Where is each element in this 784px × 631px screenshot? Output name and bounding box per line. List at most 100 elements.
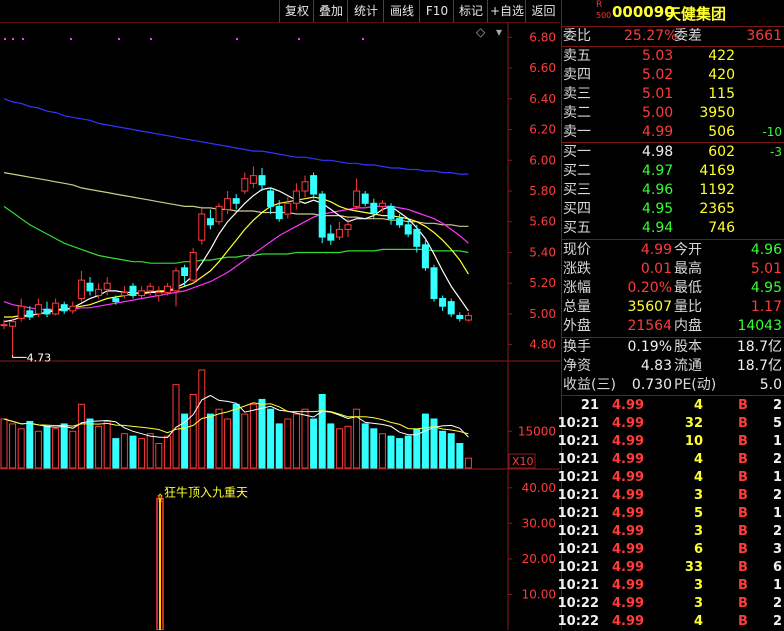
bid-volume: 602: [708, 144, 735, 160]
tick-time: 10:21: [557, 578, 599, 593]
tick-time: 10:21: [557, 452, 599, 467]
price-tick-label: 6.20: [529, 123, 556, 137]
candle-body: [138, 290, 146, 296]
marker-dot: [4, 38, 6, 40]
add-favorite-button[interactable]: +自选: [487, 0, 526, 22]
stat-value: 4.96: [750, 242, 782, 258]
volume-bar: [292, 413, 300, 469]
r500-label: 500: [596, 11, 612, 20]
ask-volume: 506: [708, 124, 735, 140]
ask-level-label: 卖四: [563, 67, 591, 83]
fuquan-button[interactable]: 复权: [279, 0, 314, 22]
volume-bar: [34, 430, 42, 469]
ask-level-label: 卖三: [563, 86, 591, 102]
marker-dot: [22, 38, 24, 40]
tick-count: 2: [772, 524, 782, 539]
candle-body: [146, 285, 154, 292]
candle-body: [378, 202, 386, 207]
ma60-line: [3, 205, 469, 264]
fund-row: 收益(三) 0.730 PE(动) 5.0: [562, 376, 784, 395]
tick-direction: B: [738, 488, 748, 503]
stats-button[interactable]: 统计: [347, 0, 384, 22]
candle-body: [232, 198, 240, 204]
overlay-button[interactable]: 叠加: [313, 0, 348, 22]
tick-volume: 6: [693, 542, 703, 557]
bid-price: 4.94: [642, 220, 674, 236]
fund-value: 5.0: [759, 377, 782, 393]
mark-button[interactable]: 标记: [453, 0, 488, 22]
tick-row: 10:21 4.99 6 B 3: [558, 541, 784, 559]
candle-body: [189, 251, 197, 281]
volume-bar: [284, 418, 292, 469]
candle-body: [344, 224, 352, 230]
tick-volume: 4: [693, 614, 703, 629]
tick-price: 4.99: [612, 614, 645, 629]
fund-row: 换手 0.19% 股本 18.7亿: [562, 338, 784, 357]
stat-label: 今开: [674, 242, 702, 258]
candle-body: [103, 282, 111, 290]
volume-bar: [86, 418, 94, 469]
tick-count: 6: [772, 560, 782, 575]
volume-bar: [447, 433, 455, 469]
back-button[interactable]: 返回: [525, 0, 561, 22]
stat-label: 内盘: [674, 318, 702, 334]
tick-direction: B: [738, 524, 748, 539]
tick-price: 4.99: [612, 416, 645, 431]
candle-body: [52, 302, 60, 315]
volume-bar: [206, 413, 214, 469]
price-tick-label: 5.60: [529, 215, 556, 229]
tick-row: 10:21 4.99 33 B 6: [558, 559, 784, 577]
stat-value: 4.95: [750, 280, 782, 296]
candle-body: [370, 202, 378, 214]
weicha-label: 委差: [674, 28, 702, 44]
price-tick-label: 6.80: [529, 30, 556, 44]
candle-body: [112, 298, 120, 303]
candle-body: [163, 285, 171, 293]
tick-count: 2: [772, 614, 782, 629]
tick-row: 10:21 4.99 3 B 2: [558, 487, 784, 505]
stat-row: 涨幅 0.20% 最低 4.95: [562, 279, 784, 298]
price-tick-label: 5.20: [529, 276, 556, 290]
candle-body: [335, 228, 343, 238]
volume-bar: [120, 433, 128, 469]
low-annotation-label: 4.73: [27, 351, 51, 364]
fund-row: 净资 4.83 流通 18.7亿: [562, 357, 784, 376]
f10-button[interactable]: F10: [419, 0, 454, 22]
tick-price: 4.99: [612, 452, 645, 467]
volume-bar: [69, 430, 77, 469]
bid-volume: 4169: [699, 163, 735, 179]
fund-value: 4.83: [640, 358, 672, 374]
candle-body: [43, 308, 51, 315]
volume-bar: [163, 435, 171, 469]
draw-line-button[interactable]: 画线: [383, 0, 420, 22]
tick-volume: 3: [693, 596, 703, 611]
bid-level-label: 买一: [563, 144, 591, 160]
fund-label: 换手: [563, 339, 591, 355]
stat-label: 最低: [674, 280, 702, 296]
ma250-line: [3, 98, 469, 175]
volume-bar: [361, 423, 369, 469]
volume-bar: [335, 428, 343, 469]
candle-body: [69, 305, 77, 312]
indicator-tick-label: 20.00: [522, 552, 556, 566]
bid-row: 买一 4.98 602 -3: [562, 143, 784, 162]
quote-panel: R 500 000090 天健集团 委比 25.27% 委差 3661 卖五 5.…: [557, 0, 784, 630]
tick-count: 5: [772, 416, 782, 431]
volume-bar: [95, 425, 103, 469]
ask-row: 卖五 5.03 422: [562, 47, 784, 66]
weibi-value: 25.27%: [624, 28, 678, 44]
price-tick-label: 5.80: [529, 184, 556, 198]
stat-row: 涨跌 0.01 最高 5.01: [562, 260, 784, 279]
volume-bar: [60, 423, 68, 469]
tick-direction: B: [738, 416, 748, 431]
candle-body: [387, 205, 395, 220]
kline-chart[interactable]: ◇ ▾ 4.73 6.80 6.60 6.40 6.20 6.00 5.80 5.60 5.40…: [0, 22, 560, 630]
ask-volume: 115: [708, 86, 735, 102]
volume-bar: [258, 398, 266, 469]
tick-direction: B: [738, 506, 748, 521]
tick-price: 4.99: [612, 578, 645, 593]
ask-volume: 422: [708, 48, 735, 64]
volume-bar: [370, 428, 378, 469]
candle-body: [241, 178, 249, 192]
candle-body: [396, 218, 404, 226]
